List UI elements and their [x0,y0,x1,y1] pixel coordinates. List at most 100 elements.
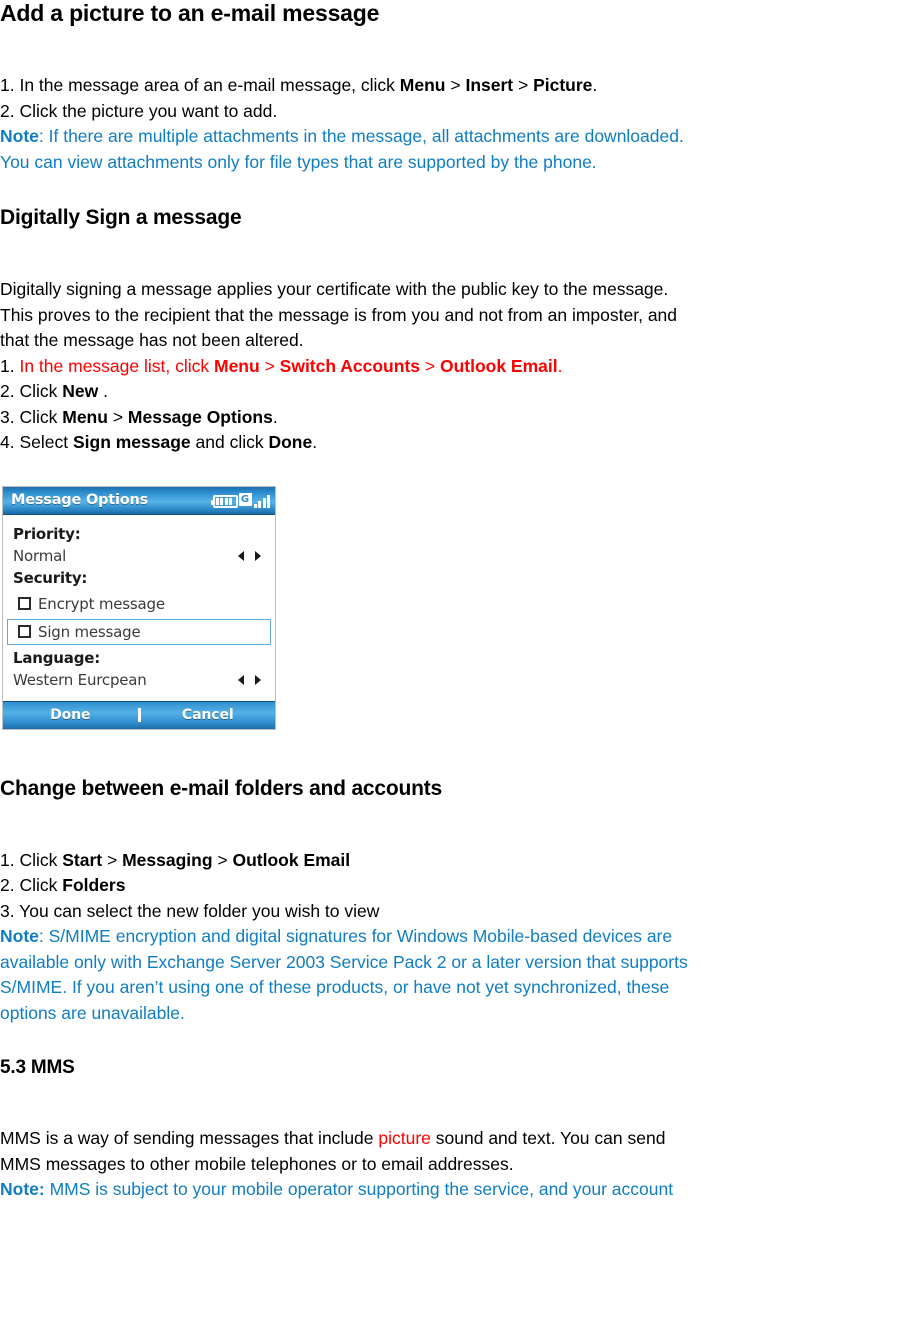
separator: > [107,406,128,427]
note-label: Note: [0,1179,45,1199]
section-heading-mms: 5.3 MMS [0,1057,75,1078]
language-label: Language: [13,648,101,667]
ui-term-menu: Menu [62,406,108,427]
section-heading-change-folders: Change between e-mail folders and accoun… [0,776,443,800]
section-heading-digitally-sign: Digitally Sign a message [0,206,242,229]
ui-term-message-options: Message Options [127,406,273,427]
step-number: 4. [0,432,20,452]
note-line: options are unavailable. [0,1001,900,1027]
note-line: S/MIME. If you aren’t using one of these… [0,975,900,1001]
step-item: 2. Click Folders [0,873,900,899]
step-item: 2. Click the picture you want to add. [0,99,900,125]
ui-term-folders: Folders [62,875,126,895]
checkbox-icon[interactable] [18,597,31,610]
step-text: Select [19,432,73,452]
encrypt-message-checkbox-row[interactable]: Encrypt message [7,591,271,617]
separator: > [259,355,280,376]
paragraph-line: This proves to the recipient that the me… [0,304,678,325]
step-number: 2. [0,875,20,895]
step-text: Click [19,406,63,427]
ui-term-switch-accounts: Switch Accounts [279,355,420,376]
step-number: 3. [0,900,20,921]
note-label: Note [0,126,39,146]
paragraph-text: sound and text. You can send [430,1128,666,1148]
ui-term-menu: Menu [214,355,260,376]
language-spinner[interactable] [238,674,261,685]
step-punctuation: . [557,355,563,376]
note-text: S/MIME. If you aren’t using one of these… [0,977,670,997]
step-item: 3. Click Menu > Message Options. [0,405,900,431]
phone-status-area: G [210,492,270,508]
step-text: In the message area of an e-mail message… [19,75,400,95]
step-text: and click [190,432,269,452]
language-value: Western Eurcpean [13,670,147,689]
note-text: You can view attachments only for file t… [0,151,597,172]
separator: > [102,849,123,870]
ui-term-picture: Picture [533,75,593,95]
step-number: 2. [0,381,20,401]
separator: > [212,849,233,870]
security-label: Security: [13,568,88,587]
ui-term-start: Start [62,849,103,870]
note-line: Note: If there are multiple attachments … [0,124,900,150]
step-number: 1. [0,75,20,95]
step-text: In the message list, click [19,355,214,376]
priority-label: Priority: [13,524,81,543]
paragraph-line: that the message has not been altered. [0,330,304,350]
ui-term-outlook-email: Outlook Email [232,849,351,870]
step-number: 3. [0,406,20,427]
step-item: 1. In the message list, click Menu > Swi… [0,354,900,380]
separator: > [513,75,534,95]
battery-icon [210,494,238,508]
note-text: If there are multiple attachments in the… [48,126,684,146]
step-text: Click [19,875,63,895]
note-line: Note: S/MIME encryption and digital sign… [0,924,900,950]
step-item: 1. In the message area of an e-mail mess… [0,73,900,99]
step-number: 1. [0,849,20,870]
note-label: Note [0,926,39,946]
gprs-icon: G [238,492,252,506]
note-text: options are unavailable. [0,1002,185,1023]
step-text: Click the picture you want to add. [19,100,278,121]
priority-value: Normal [13,546,67,565]
chevron-right-icon[interactable] [255,674,261,685]
sign-message-label: Sign message [38,622,141,641]
signal-bars-icon [253,493,270,508]
note-text: available only with Exchange Server 2003… [0,951,688,972]
ui-term-outlook-email: Outlook Email [439,355,558,376]
note-line: You can view attachments only for file t… [0,150,900,176]
priority-selector[interactable]: Normal [3,545,275,567]
step-item: 2. Click New . [0,379,900,405]
checkbox-icon[interactable] [18,625,31,638]
ui-term-done: Done [268,432,313,452]
step-item: 4. Select Sign message and click Done. [0,430,900,456]
step-text: Click [19,849,63,870]
step-number: 1. [0,355,20,376]
chevron-right-icon[interactable] [255,550,261,561]
page-title: Add a picture to an e-mail message [0,0,380,26]
step-punctuation: . [98,381,108,401]
cancel-button[interactable]: Cancel [141,707,276,723]
document-page: Add a picture to an e-mail message 1. In… [0,0,900,1337]
paragraph-text: MMS is a way of sending messages that in… [0,1128,379,1148]
ui-term-new: New [62,381,99,401]
ui-term-messaging: Messaging [122,849,213,870]
phone-title-bar: Message Options G [3,486,275,515]
note-text: S/MIME encryption and digital signatures… [48,926,673,946]
priority-spinner[interactable] [238,550,261,561]
done-button[interactable]: Done [3,707,138,723]
step-number: 2. [0,100,20,121]
sign-message-checkbox-row[interactable]: Sign message [7,618,271,645]
language-selector[interactable]: Western Eurcpean [3,669,275,691]
paragraph-line: MMS messages to other mobile telephones … [0,1153,514,1174]
chevron-left-icon[interactable] [238,550,244,561]
chevron-left-icon[interactable] [238,674,244,685]
step-item: 1. Click Start > Messaging > Outlook Ema… [0,848,900,874]
paragraph-line: MMS is a way of sending messages that in… [0,1126,900,1152]
separator: > [445,75,466,95]
